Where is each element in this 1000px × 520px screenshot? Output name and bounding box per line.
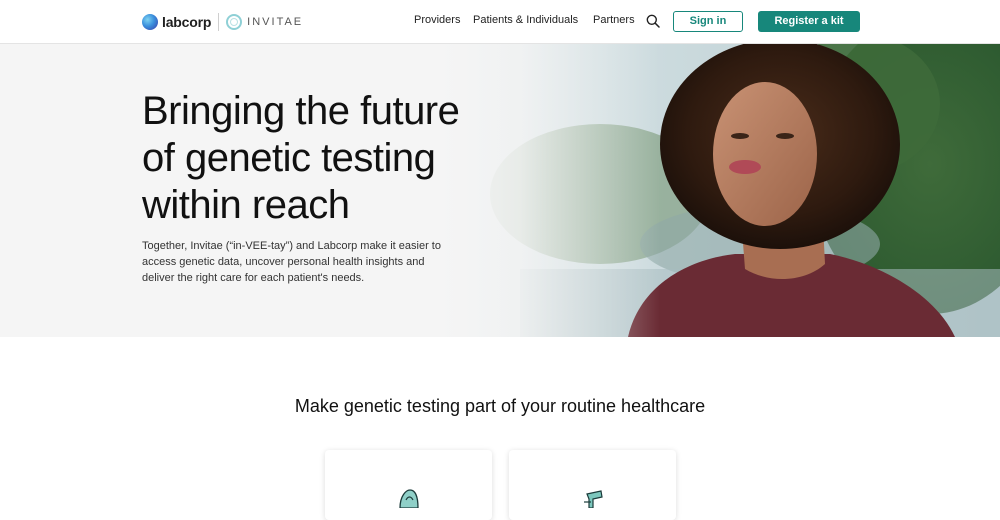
register-kit-button[interactable]: Register a kit (758, 11, 860, 32)
feature-illustration-icon (584, 490, 603, 508)
invitae-logo-icon (226, 14, 243, 30)
feature-card[interactable] (325, 450, 492, 520)
labcorp-wordmark: labcorp (162, 14, 212, 30)
invitae-wordmark: INVITAE (247, 16, 304, 28)
brand-logos[interactable]: labcorp INVITAE (142, 12, 303, 32)
site-header: labcorp INVITAE Providers Patients & Ind… (0, 0, 1000, 44)
feature-card[interactable] (509, 450, 676, 520)
search-icon[interactable] (646, 14, 660, 28)
nav-patients-individuals[interactable]: Patients & Individuals (473, 14, 578, 26)
nav-providers[interactable]: Providers (414, 14, 460, 26)
feature-illustration-icon (399, 489, 419, 508)
labcorp-logo-icon (142, 14, 158, 30)
brand-divider (218, 13, 220, 31)
hero-description: Together, Invitae (“in-VEE-tay”) and Lab… (142, 240, 441, 284)
sign-in-button[interactable]: Sign in (673, 11, 743, 32)
hero-title: Bringing the future of genetic testing w… (142, 89, 460, 227)
nav-partners[interactable]: Partners (593, 14, 635, 26)
section-title: Make genetic testing part of your routin… (294, 396, 706, 416)
hero-section: Bringing the future of genetic testing w… (0, 44, 1000, 337)
